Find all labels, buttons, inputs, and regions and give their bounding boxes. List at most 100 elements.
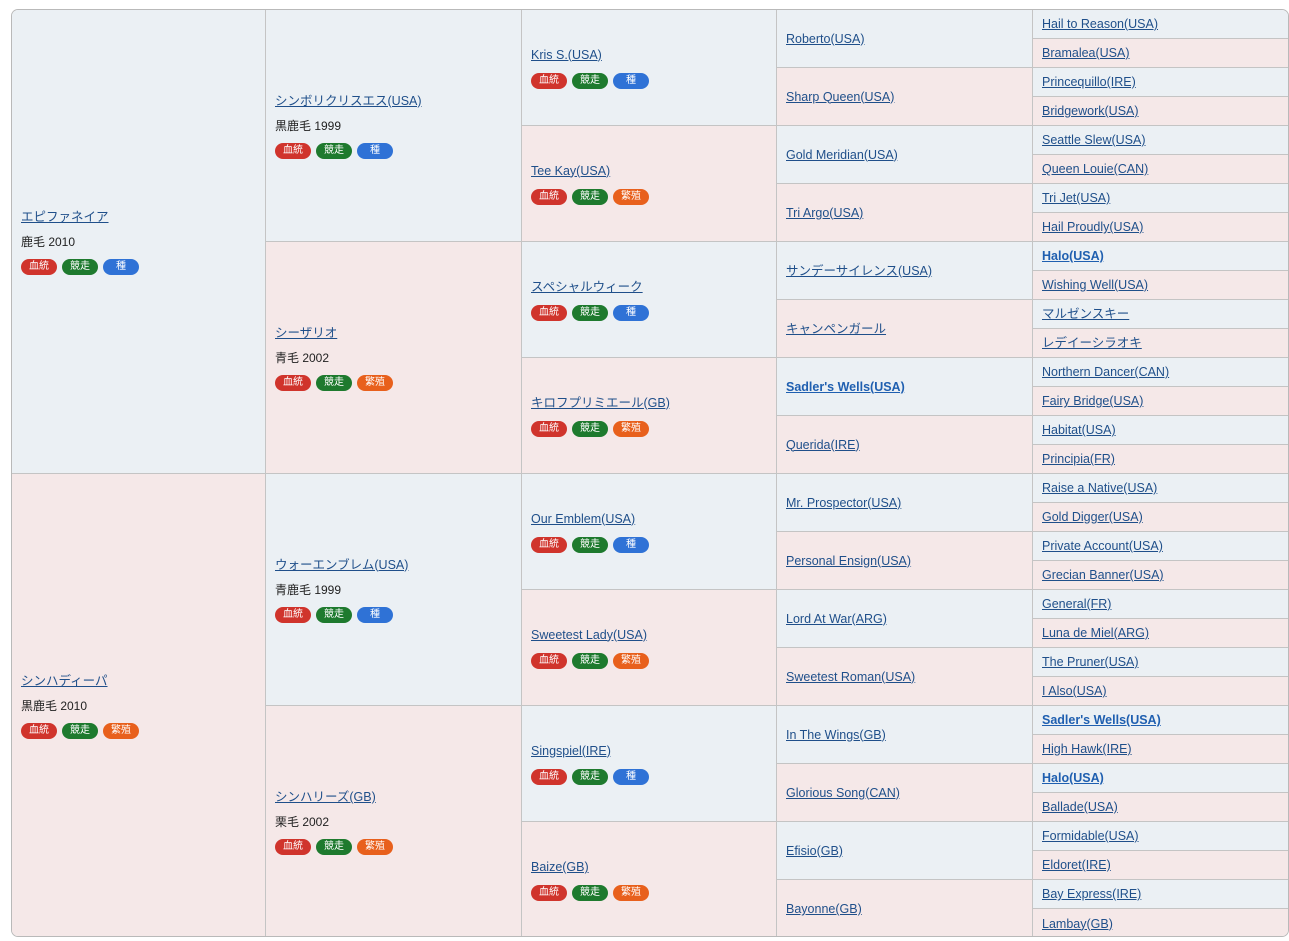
horse-link-sadler-s-wells-usa[interactable]: Sadler's Wells(USA) (786, 379, 1032, 395)
pedigree-badge[interactable]: 血統 (275, 142, 311, 159)
horse-link-singspiel-ire[interactable]: Singspiel(IRE) (531, 743, 776, 759)
pedigree-badge[interactable]: 血統 (275, 606, 311, 623)
horse-link-formidable-usa[interactable]: Formidable(USA) (1042, 828, 1288, 844)
horse-link-bayonne-gb[interactable]: Bayonne(GB) (786, 901, 1032, 917)
horse-link-querida-ire[interactable]: Querida(IRE) (786, 437, 1032, 453)
horse-link-luna-de-miel-arg[interactable]: Luna de Miel(ARG) (1042, 625, 1288, 641)
horse-link-roberto-usa[interactable]: Roberto(USA) (786, 31, 1032, 47)
horse-link-high-hawk-ire[interactable]: High Hawk(IRE) (1042, 741, 1288, 757)
horse-link-sadler-s-wells-usa[interactable]: Sadler's Wells(USA) (1042, 712, 1288, 728)
racing-badge[interactable]: 競走 (316, 374, 352, 391)
horse-link-item-10[interactable]: マルゼンスキー (1042, 306, 1288, 322)
horse-link-raise-a-native-usa[interactable]: Raise a Native(USA) (1042, 480, 1288, 496)
pedigree-badge[interactable]: 血統 (275, 374, 311, 391)
horse-link-gold-digger-usa[interactable]: Gold Digger(USA) (1042, 509, 1288, 525)
horse-link-fairy-bridge-usa[interactable]: Fairy Bridge(USA) (1042, 393, 1288, 409)
pedigree-badge[interactable]: 血統 (531, 420, 567, 437)
horse-link-usa[interactable]: シンボリクリスエス(USA) (275, 93, 521, 109)
horse-link-item-2[interactable]: スペシャルウィーク (531, 279, 776, 295)
horse-link-tee-kay-usa[interactable]: Tee Kay(USA) (531, 163, 776, 179)
horse-link-gold-meridian-usa[interactable]: Gold Meridian(USA) (786, 147, 1032, 163)
horse-link-sweetest-roman-usa[interactable]: Sweetest Roman(USA) (786, 669, 1032, 685)
stallion-badge[interactable]: 種 (103, 258, 139, 275)
horse-link-northern-dancer-can[interactable]: Northern Dancer(CAN) (1042, 364, 1288, 380)
horse-link-sharp-queen-usa[interactable]: Sharp Queen(USA) (786, 89, 1032, 105)
pedigree-badge[interactable]: 血統 (531, 188, 567, 205)
stallion-badge[interactable]: 種 (357, 606, 393, 623)
horse-link-general-fr[interactable]: General(FR) (1042, 596, 1288, 612)
racing-badge[interactable]: 競走 (572, 72, 608, 89)
horse-link-usa[interactable]: ウォーエンブレム(USA) (275, 557, 521, 573)
racing-badge[interactable]: 競走 (572, 304, 608, 321)
horse-link-in-the-wings-gb[interactable]: In The Wings(GB) (786, 727, 1032, 743)
horse-link-hail-proudly-usa[interactable]: Hail Proudly(USA) (1042, 219, 1288, 235)
breeding-badge[interactable]: 繁殖 (613, 420, 649, 437)
horse-link-personal-ensign-usa[interactable]: Personal Ensign(USA) (786, 553, 1032, 569)
pedigree-badge[interactable]: 血統 (531, 304, 567, 321)
horse-link-halo-usa[interactable]: Halo(USA) (1042, 248, 1288, 264)
horse-link-item-1[interactable]: シンハディーパ (21, 673, 265, 689)
pedigree-badge[interactable]: 血統 (531, 885, 567, 901)
racing-badge[interactable]: 競走 (572, 768, 608, 785)
horse-link-bramalea-usa[interactable]: Bramalea(USA) (1042, 45, 1288, 61)
horse-link-i-also-usa[interactable]: I Also(USA) (1042, 683, 1288, 699)
horse-link-item-11[interactable]: レデイーシラオキ (1042, 335, 1288, 351)
racing-badge[interactable]: 競走 (316, 142, 352, 159)
horse-link-item-1[interactable]: シーザリオ (275, 325, 521, 341)
horse-link-seattle-slew-usa[interactable]: Seattle Slew(USA) (1042, 132, 1288, 148)
pedigree-badge[interactable]: 血統 (21, 723, 57, 739)
horse-link-mr-prospector-usa[interactable]: Mr. Prospector(USA) (786, 495, 1032, 511)
stallion-badge[interactable]: 種 (613, 72, 649, 89)
pedigree-badge[interactable]: 血統 (531, 652, 567, 669)
horse-link-wishing-well-usa[interactable]: Wishing Well(USA) (1042, 277, 1288, 293)
racing-badge[interactable]: 競走 (572, 188, 608, 205)
horse-link-kris-s-usa[interactable]: Kris S.(USA) (531, 47, 776, 63)
racing-badge[interactable]: 競走 (572, 536, 608, 553)
horse-link-bay-express-ire[interactable]: Bay Express(IRE) (1042, 886, 1288, 902)
pedigree-badge[interactable]: 血統 (531, 72, 567, 89)
horse-link-baize-gb[interactable]: Baize(GB) (531, 859, 776, 875)
stallion-badge[interactable]: 種 (613, 536, 649, 553)
pedigree-badge[interactable]: 血統 (21, 258, 57, 275)
breeding-badge[interactable]: 繁殖 (613, 885, 649, 901)
horse-link-efisio-gb[interactable]: Efisio(GB) (786, 843, 1032, 859)
racing-badge[interactable]: 競走 (316, 606, 352, 623)
horse-link-tri-argo-usa[interactable]: Tri Argo(USA) (786, 205, 1032, 221)
racing-badge[interactable]: 競走 (62, 723, 98, 739)
pedigree-badge[interactable]: 血統 (531, 768, 567, 785)
breeding-badge[interactable]: 繁殖 (357, 839, 393, 855)
horse-link-item-0[interactable]: エピファネイア (21, 209, 265, 225)
horse-link-the-pruner-usa[interactable]: The Pruner(USA) (1042, 654, 1288, 670)
horse-link-habitat-usa[interactable]: Habitat(USA) (1042, 422, 1288, 438)
racing-badge[interactable]: 競走 (572, 652, 608, 669)
stallion-badge[interactable]: 種 (357, 142, 393, 159)
breeding-badge[interactable]: 繁殖 (613, 188, 649, 205)
horse-link-princequillo-ire[interactable]: Princequillo(IRE) (1042, 74, 1288, 90)
racing-badge[interactable]: 競走 (572, 420, 608, 437)
horse-link-glorious-song-can[interactable]: Glorious Song(CAN) (786, 785, 1032, 801)
horse-link-gb[interactable]: キロフプリミエール(GB) (531, 395, 776, 411)
horse-link-our-emblem-usa[interactable]: Our Emblem(USA) (531, 511, 776, 527)
horse-link-hail-to-reason-usa[interactable]: Hail to Reason(USA) (1042, 16, 1288, 32)
horse-link-gb[interactable]: シンハリーズ(GB) (275, 789, 521, 805)
horse-link-private-account-usa[interactable]: Private Account(USA) (1042, 538, 1288, 554)
horse-link-item-5[interactable]: キャンペンガール (786, 321, 1032, 337)
racing-badge[interactable]: 競走 (572, 885, 608, 901)
racing-badge[interactable]: 競走 (316, 839, 352, 855)
racing-badge[interactable]: 競走 (62, 258, 98, 275)
horse-link-principia-fr[interactable]: Principia(FR) (1042, 451, 1288, 467)
breeding-badge[interactable]: 繁殖 (357, 374, 393, 391)
horse-link-bridgework-usa[interactable]: Bridgework(USA) (1042, 103, 1288, 119)
pedigree-badge[interactable]: 血統 (275, 839, 311, 855)
horse-link-usa[interactable]: サンデーサイレンス(USA) (786, 263, 1032, 279)
pedigree-badge[interactable]: 血統 (531, 536, 567, 553)
breeding-badge[interactable]: 繁殖 (613, 652, 649, 669)
breeding-badge[interactable]: 繁殖 (103, 723, 139, 739)
horse-link-halo-usa[interactable]: Halo(USA) (1042, 770, 1288, 786)
horse-link-queen-louie-can[interactable]: Queen Louie(CAN) (1042, 161, 1288, 177)
stallion-badge[interactable]: 種 (613, 768, 649, 785)
horse-link-grecian-banner-usa[interactable]: Grecian Banner(USA) (1042, 567, 1288, 583)
horse-link-lambay-gb[interactable]: Lambay(GB) (1042, 916, 1288, 932)
horse-link-eldoret-ire[interactable]: Eldoret(IRE) (1042, 857, 1288, 873)
horse-link-lord-at-war-arg[interactable]: Lord At War(ARG) (786, 611, 1032, 627)
